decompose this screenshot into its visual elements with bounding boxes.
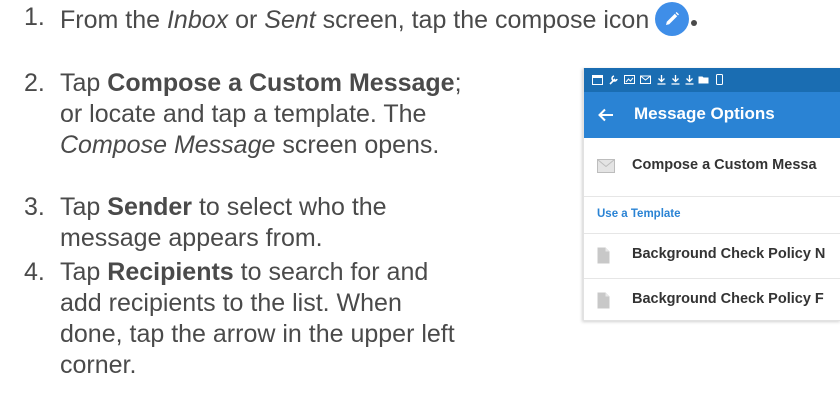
compose-custom-message-term: Compose a Custom Message bbox=[107, 69, 455, 97]
page-title: Message Options bbox=[634, 104, 775, 123]
download-icon bbox=[685, 75, 694, 85]
step-number: 1. bbox=[24, 3, 45, 31]
app-bar: Message Options bbox=[584, 92, 840, 138]
period-mark bbox=[691, 20, 698, 26]
step-text: Tap Recipients to search for and add rec… bbox=[60, 258, 455, 379]
sender-term: Sender bbox=[107, 193, 193, 221]
step-text: Tap Compose a Custom Message; or locate … bbox=[60, 69, 462, 159]
image-icon bbox=[624, 75, 635, 84]
compose-custom-message-item[interactable]: Compose a Custom Messa bbox=[584, 138, 840, 197]
download-icon bbox=[671, 75, 680, 85]
step-number: 2. bbox=[24, 69, 45, 97]
recipients-term: Recipients bbox=[107, 258, 234, 286]
status-bar bbox=[584, 68, 840, 92]
template-item[interactable]: Background Check Policy F bbox=[584, 279, 840, 320]
mail-icon bbox=[640, 75, 651, 84]
envelope-icon bbox=[597, 159, 615, 173]
arrow-left-icon[interactable] bbox=[596, 105, 616, 125]
step-text: Tap Sender to select who the message app… bbox=[60, 193, 387, 252]
template-item[interactable]: Background Check Policy N bbox=[584, 234, 840, 279]
step-number: 4. bbox=[24, 258, 45, 286]
inbox-screen-name: Inbox bbox=[166, 6, 229, 34]
folder-icon bbox=[698, 76, 709, 84]
phone-screenshot: Message Options Compose a Custom Messa U… bbox=[583, 68, 840, 321]
compose-message-screen-name: Compose Message bbox=[60, 131, 276, 159]
compose-icon bbox=[655, 2, 690, 36]
wrench-icon bbox=[609, 75, 618, 85]
phone-icon bbox=[716, 74, 723, 85]
step-number: 3. bbox=[24, 193, 45, 221]
document-icon bbox=[597, 247, 610, 264]
document-icon bbox=[597, 292, 610, 309]
step-text: From the Inbox or Sent screen, tap the c… bbox=[60, 2, 840, 36]
sent-screen-name: Sent bbox=[264, 6, 316, 34]
section-header: Use a Template bbox=[584, 199, 840, 234]
download-icon bbox=[657, 75, 666, 85]
calendar-icon bbox=[592, 75, 603, 85]
